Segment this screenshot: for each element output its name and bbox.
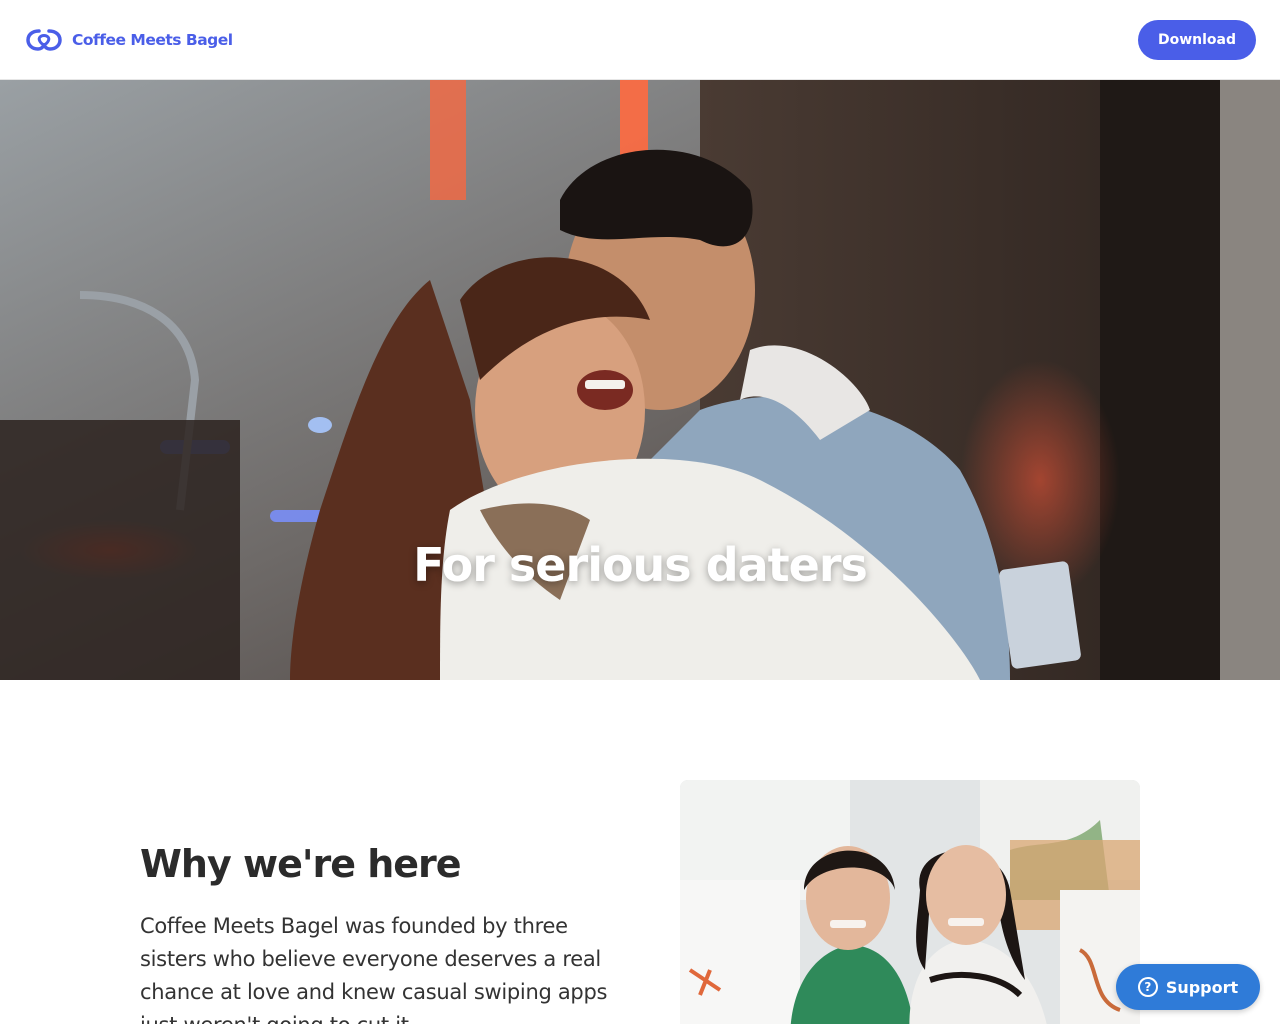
download-button[interactable]: Download (1138, 20, 1256, 60)
help-icon: ? (1137, 977, 1158, 997)
brand-name: Coffee Meets Bagel (72, 31, 233, 49)
site-header: Coffee Meets Bagel Download (0, 0, 1280, 80)
hero-title: For serious daters (413, 538, 868, 592)
about-heading: Why we're here (140, 842, 462, 886)
brand-logo[interactable]: Coffee Meets Bagel (26, 27, 233, 53)
founders-photo (680, 780, 1140, 1024)
hero-banner: For serious daters (0, 80, 1280, 680)
about-body-text: Coffee Meets Bagel was founded by three … (140, 914, 608, 1024)
logo-icon (26, 27, 62, 53)
support-button[interactable]: ? Support (1116, 964, 1260, 1010)
support-label: Support (1165, 977, 1239, 997)
